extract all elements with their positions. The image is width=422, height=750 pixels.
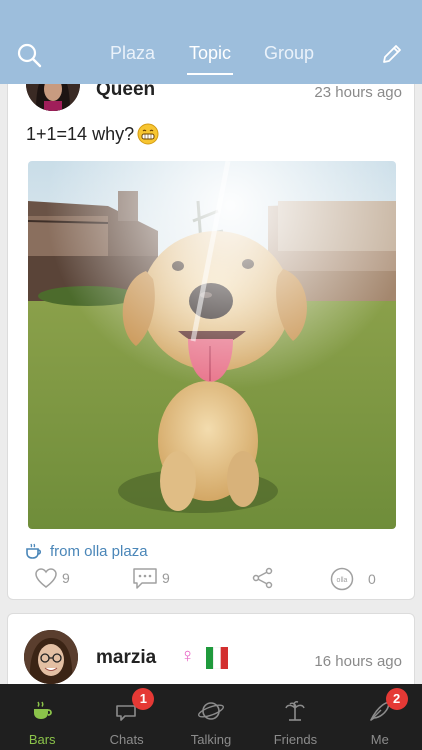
bottom-nav: Bars 1 Chats Talking Friends 2 Me xyxy=(0,684,422,750)
cup-icon xyxy=(34,701,53,719)
nav-label: Bars xyxy=(28,732,56,747)
nav-bars[interactable]: Bars xyxy=(0,684,84,750)
avatar[interactable] xyxy=(26,84,80,111)
feed[interactable]: Queen 23 hours ago 1+1=14 why? from olla… xyxy=(0,84,422,684)
like-button[interactable]: 9 xyxy=(34,567,70,589)
share-icon xyxy=(252,567,273,589)
chats-badge: 1 xyxy=(132,688,155,710)
olla-button[interactable]: olla 0 xyxy=(330,567,376,591)
comment-count: 9 xyxy=(162,570,170,586)
heart-icon xyxy=(35,568,57,588)
nav-label: Me xyxy=(370,732,389,747)
svg-text:olla: olla xyxy=(337,577,348,584)
like-count: 9 xyxy=(62,570,70,586)
post-card[interactable]: marzia ♀ 16 hours ago xyxy=(7,613,415,684)
top-nav-bar: Plaza Topic Group xyxy=(0,0,422,84)
post-username[interactable]: marzia xyxy=(96,647,156,669)
me-badge: 2 xyxy=(385,688,408,710)
tab-topic[interactable]: Topic xyxy=(186,43,234,75)
share-button[interactable] xyxy=(252,567,274,589)
tab-plaza[interactable]: Plaza xyxy=(110,43,155,64)
planet-icon xyxy=(198,702,225,720)
nav-friends[interactable]: Friends xyxy=(253,684,337,750)
post-actions: 9 9 olla 0 xyxy=(8,567,416,597)
comment-button[interactable]: 9 xyxy=(132,567,170,589)
post-text: 1+1=14 why? xyxy=(26,123,159,145)
nav-label: Talking xyxy=(190,732,232,747)
coffee-cup-icon xyxy=(26,543,42,559)
post-source-label: from olla plaza xyxy=(50,542,148,560)
pencil-icon[interactable] xyxy=(380,42,404,66)
post-time: 23 hours ago xyxy=(314,84,402,101)
nav-label: Chats xyxy=(109,732,144,747)
post-image-puppy[interactable] xyxy=(28,161,396,529)
olla-count: 0 xyxy=(368,571,376,587)
post-source[interactable]: from olla plaza xyxy=(24,541,148,561)
tab-group[interactable]: Group xyxy=(264,43,314,64)
post-card[interactable]: Queen 23 hours ago 1+1=14 why? from olla… xyxy=(7,84,415,600)
post-time: 16 hours ago xyxy=(314,653,402,670)
post-username[interactable]: Queen xyxy=(96,84,155,101)
italy-flag-icon xyxy=(206,647,228,669)
olla-icon: olla xyxy=(330,567,354,591)
post-text-content: 1+1=14 why? xyxy=(26,123,135,144)
comment-icon xyxy=(133,568,157,589)
nav-me[interactable]: 2 Me xyxy=(338,684,422,750)
search-icon[interactable] xyxy=(16,42,42,68)
nav-chats[interactable]: 1 Chats xyxy=(84,684,168,750)
grinning-face-icon xyxy=(137,123,159,145)
avatar[interactable] xyxy=(24,630,78,684)
palm-tree-icon xyxy=(285,701,306,721)
nav-label: Friends xyxy=(273,732,318,747)
gender-female-icon: ♀ xyxy=(180,645,195,667)
nav-talking[interactable]: Talking xyxy=(169,684,253,750)
